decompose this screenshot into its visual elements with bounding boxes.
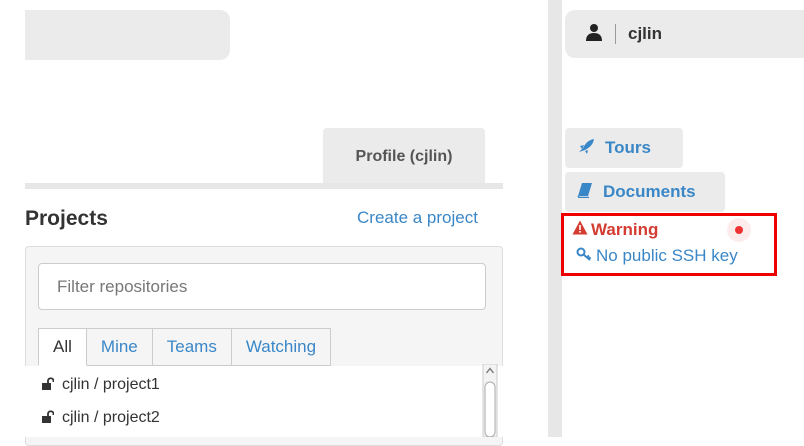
create-project-link[interactable]: Create a project — [357, 208, 478, 228]
documents-button[interactable]: Documents — [565, 172, 725, 212]
tab-watching[interactable]: Watching — [231, 328, 332, 366]
warning-label: Warning — [591, 220, 659, 239]
project-name: cjlin / project2 — [62, 409, 160, 426]
ssh-key-message: No public SSH key — [596, 246, 738, 265]
book-icon — [577, 182, 593, 203]
unlock-icon — [41, 410, 55, 426]
sidebar-divider — [548, 0, 562, 437]
tab-profile[interactable]: Profile (cjlin) — [323, 128, 485, 186]
tab-all[interactable]: All — [38, 328, 87, 366]
tours-label: Tours — [605, 138, 651, 157]
user-menu[interactable]: cjlin — [565, 10, 804, 58]
user-icon — [585, 23, 603, 46]
filter-repositories-input[interactable] — [38, 263, 486, 310]
list-item[interactable]: cjlin / project2 — [41, 409, 160, 427]
key-icon — [576, 246, 592, 266]
tab-underline — [25, 183, 503, 189]
projects-heading: Projects — [25, 207, 108, 230]
scrollbar[interactable] — [482, 363, 498, 438]
unlock-icon — [41, 377, 55, 393]
project-name: cjlin / project1 — [62, 376, 160, 393]
username: cjlin — [628, 24, 663, 43]
tab-teams[interactable]: Teams — [152, 328, 232, 366]
documents-label: Documents — [603, 182, 696, 201]
project-tabs: All Mine Teams Watching — [38, 328, 332, 366]
warning-title: Warning — [572, 220, 658, 240]
tours-button[interactable]: Tours — [565, 128, 683, 168]
warning-icon — [572, 220, 588, 240]
top-bar-left — [25, 10, 230, 60]
project-list: cjlin / project1 cjlin / project2 — [25, 366, 503, 437]
list-item[interactable]: cjlin / project1 — [41, 376, 160, 394]
ssh-key-warning-link[interactable]: No public SSH key — [576, 246, 738, 266]
warning-indicator-dot — [727, 218, 751, 242]
tab-mine[interactable]: Mine — [86, 328, 153, 366]
user-separator — [615, 24, 616, 44]
rocket-icon — [577, 138, 595, 159]
